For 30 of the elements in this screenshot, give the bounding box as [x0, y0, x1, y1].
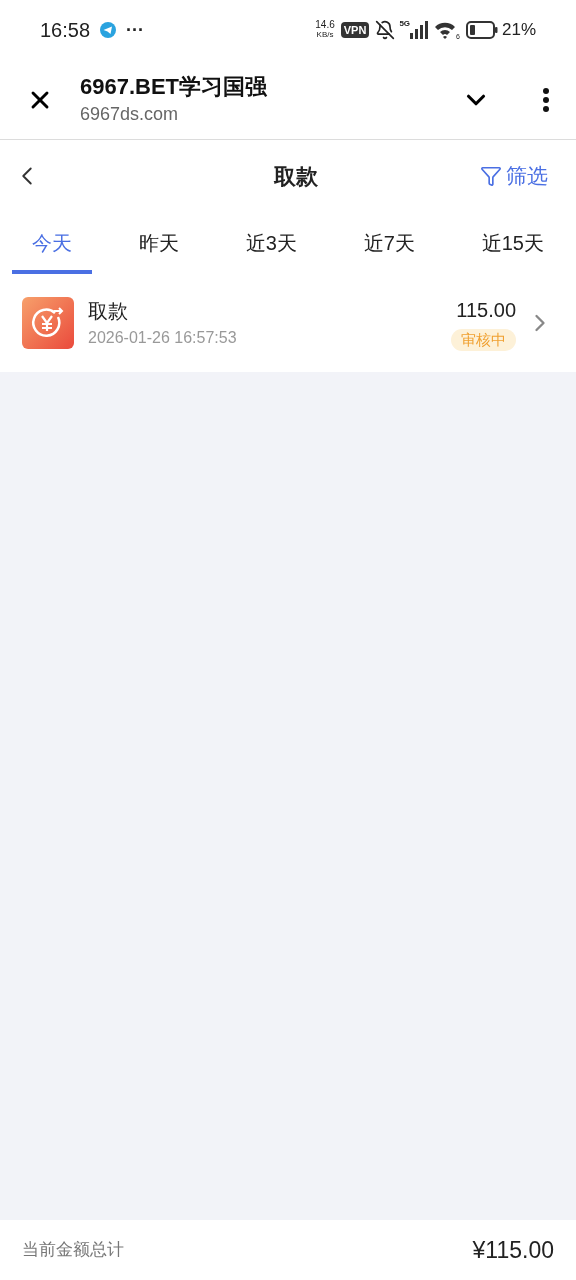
total-label: 当前金额总计 — [22, 1239, 124, 1262]
record-amount: 115.00 — [456, 298, 516, 323]
record-row[interactable]: 取款 2026-01-26 16:57:53 115.00 审核中 — [0, 274, 576, 372]
date-tab[interactable]: 昨天 — [118, 212, 199, 274]
battery-icon — [465, 21, 498, 39]
wifi-icon — [434, 21, 457, 39]
speed-value: 14.6 — [315, 20, 335, 30]
date-tab[interactable]: 近15天 — [461, 212, 564, 274]
filter-icon — [480, 165, 502, 187]
battery-percent: 21% — [501, 19, 536, 42]
record-time: 2026-01-26 16:57:53 — [88, 328, 238, 348]
speed-unit: KB/s — [316, 30, 334, 40]
status-time: 16:58 — [40, 18, 91, 43]
menu-icon — [543, 87, 549, 112]
more-notifications: ··· — [126, 18, 145, 42]
status-badge: 审核中 — [451, 329, 516, 351]
vpn-badge: VPN — [340, 22, 370, 38]
date-tab[interactable]: 近3天 — [225, 212, 317, 274]
filter-button[interactable]: 筛选 — [480, 160, 564, 192]
muted-bell-icon — [375, 20, 396, 40]
page-title: 6967.BET学习国强 — [80, 72, 269, 101]
page-url: 6967ds.com — [80, 102, 180, 126]
screen-title: 取款 — [274, 162, 318, 191]
withdraw-icon — [22, 297, 74, 349]
record-title: 取款 — [88, 299, 129, 324]
network-type: 5G — [399, 18, 411, 30]
total-amount: ¥115.00 — [472, 1235, 554, 1265]
date-tab[interactable]: 近7天 — [343, 212, 435, 274]
signal-icon — [410, 21, 431, 39]
telegram-icon — [100, 22, 117, 38]
